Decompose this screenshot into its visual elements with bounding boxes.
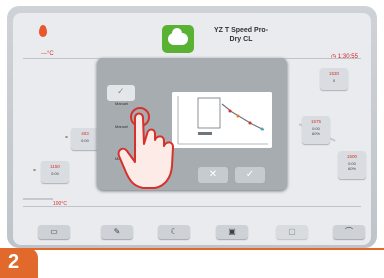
mode-tab-1[interactable]: ✓ (107, 85, 135, 101)
parameter-right-top[interactable]: 1530 0 (320, 68, 348, 90)
parameter-right-low[interactable]: 1500 0:00 60% (338, 151, 366, 179)
program-title: YZ T Speed Pro- Dry CL (213, 27, 269, 43)
toolbar-moon-button[interactable]: ☾ (158, 225, 190, 239)
parameter-left-mid[interactable]: 403 0:00 (71, 128, 99, 150)
device-screenshot: ---°C YZ T Speed Pro- Dry CL ◷ 1:30:55 4… (0, 0, 384, 278)
cancel-button[interactable]: ✕ (198, 167, 228, 183)
step-underline (0, 248, 384, 250)
graph-point (236, 114, 240, 118)
toolbar-screen-button[interactable]: ▭ (38, 225, 70, 239)
toolbar-save-button[interactable]: ▣ (216, 225, 248, 239)
flame-icon (39, 25, 47, 37)
save-icon: ▣ (228, 227, 236, 236)
divider-bottom (23, 206, 361, 207)
graph-point (248, 121, 252, 125)
pointing-hand-icon (117, 107, 174, 189)
close-icon: ✕ (208, 169, 218, 180)
graph-point (228, 109, 232, 113)
check-icon: ✓ (245, 169, 255, 180)
parameter-marker: ⚬ (32, 168, 38, 174)
firing-curve-segment (23, 198, 53, 200)
program-icon[interactable] (162, 25, 194, 53)
parameter-marker: ⚬ (64, 135, 70, 141)
furnace-temperature: ---°C (41, 51, 54, 57)
graph-point (260, 127, 264, 131)
toolbar-back-button[interactable]: ⌒ (333, 225, 365, 239)
edit-icon: ✎ (113, 227, 121, 236)
step-badge: 2 (0, 248, 38, 278)
start-temperature: 100°C (53, 201, 67, 207)
copy-icon: ▢ (288, 227, 296, 236)
check-icon: ✓ (117, 86, 125, 96)
toolbar-copy-button[interactable]: ▢ (276, 225, 308, 239)
back-icon: ⌒ (345, 227, 353, 236)
graph-bar (198, 132, 212, 135)
parameter-left-low[interactable]: 1150 0:00 (41, 161, 69, 183)
moon-icon: ☾ (170, 227, 178, 236)
ok-button[interactable]: ✓ (235, 167, 265, 183)
parameter-right-mid[interactable]: 1575 0:00 60% (302, 116, 330, 144)
step-number: 2 (8, 251, 20, 273)
toolbar-edit-button[interactable]: ✎ (101, 225, 133, 239)
screen-icon: ▭ (50, 227, 58, 236)
